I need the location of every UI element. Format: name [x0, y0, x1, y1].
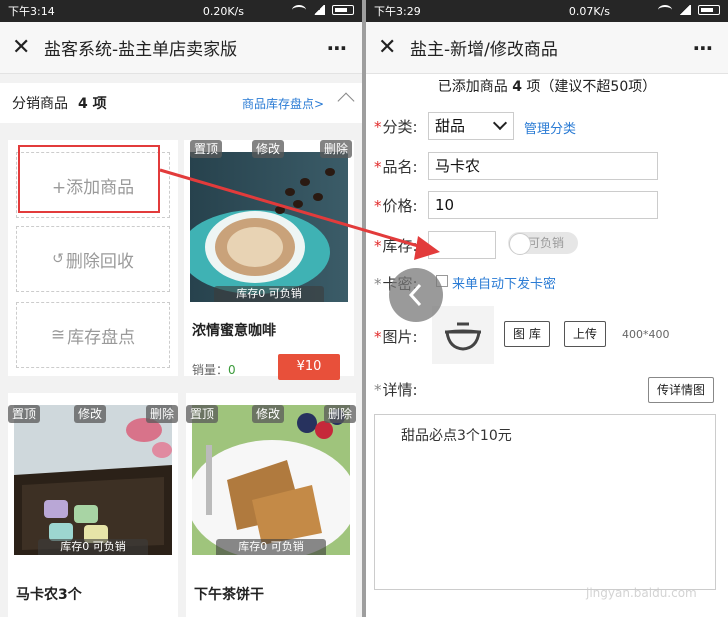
watermark-logo: Baidu经验 — [560, 550, 706, 583]
chevron-left-icon — [408, 283, 422, 307]
back-button[interactable] — [389, 268, 443, 322]
watermark-url: jingyan.baidu.com — [586, 586, 697, 600]
annotation-arrow — [159, 168, 440, 260]
